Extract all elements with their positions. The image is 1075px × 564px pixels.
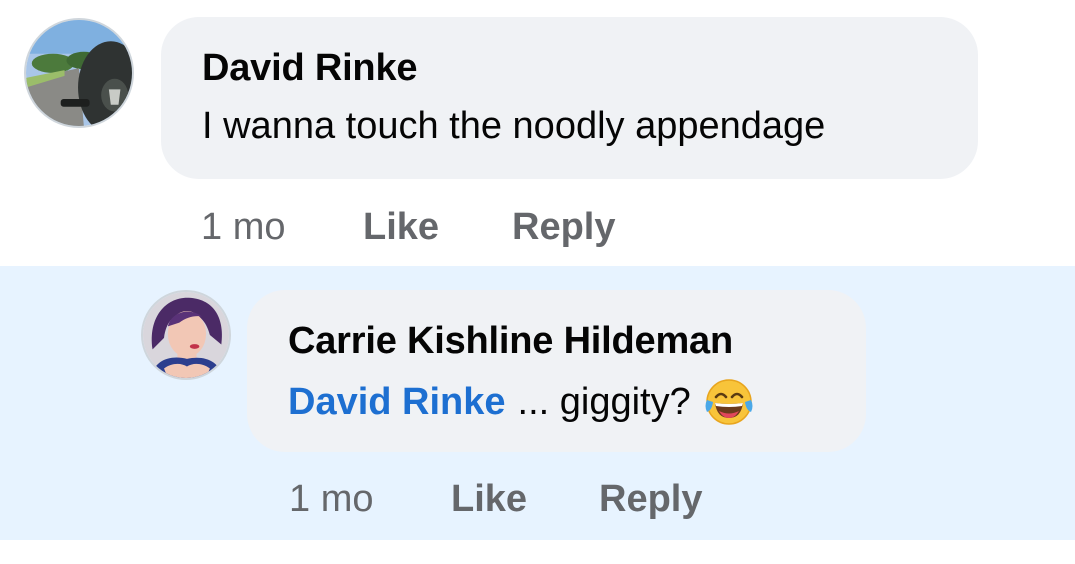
comment-thread: David Rinke I wanna touch the noodly app… [0,0,1075,564]
like-button[interactable]: Like [363,206,439,249]
reply-button[interactable]: Reply [599,478,702,521]
laughing-crying-emoji-icon [703,376,755,428]
avatar[interactable] [141,290,231,380]
comment-body: ... giggity? [517,380,691,423]
avatar-image [143,292,229,378]
reply-button[interactable]: Reply [512,206,615,249]
mention-link[interactable]: David Rinke [288,381,506,424]
avatar[interactable] [24,18,134,128]
comment-text: David Rinke ... giggity? [288,376,755,428]
avatar-image [26,20,132,126]
comment-bubble: Carrie Kishline Hildeman David Rinke ...… [247,290,866,452]
comment-author[interactable]: David Rinke [202,47,418,90]
comment: David Rinke I wanna touch the noodly app… [0,0,1075,266]
comment-text: I wanna touch the noodly appendage [202,105,826,147]
comment-bubble: David Rinke I wanna touch the noodly app… [161,17,978,179]
comment-author[interactable]: Carrie Kishline Hildeman [288,320,733,363]
reply-comment: Carrie Kishline Hildeman David Rinke ...… [0,266,1075,540]
comment-timestamp[interactable]: 1 mo [289,478,373,521]
comment-timestamp[interactable]: 1 mo [201,206,285,249]
like-button[interactable]: Like [451,478,527,521]
